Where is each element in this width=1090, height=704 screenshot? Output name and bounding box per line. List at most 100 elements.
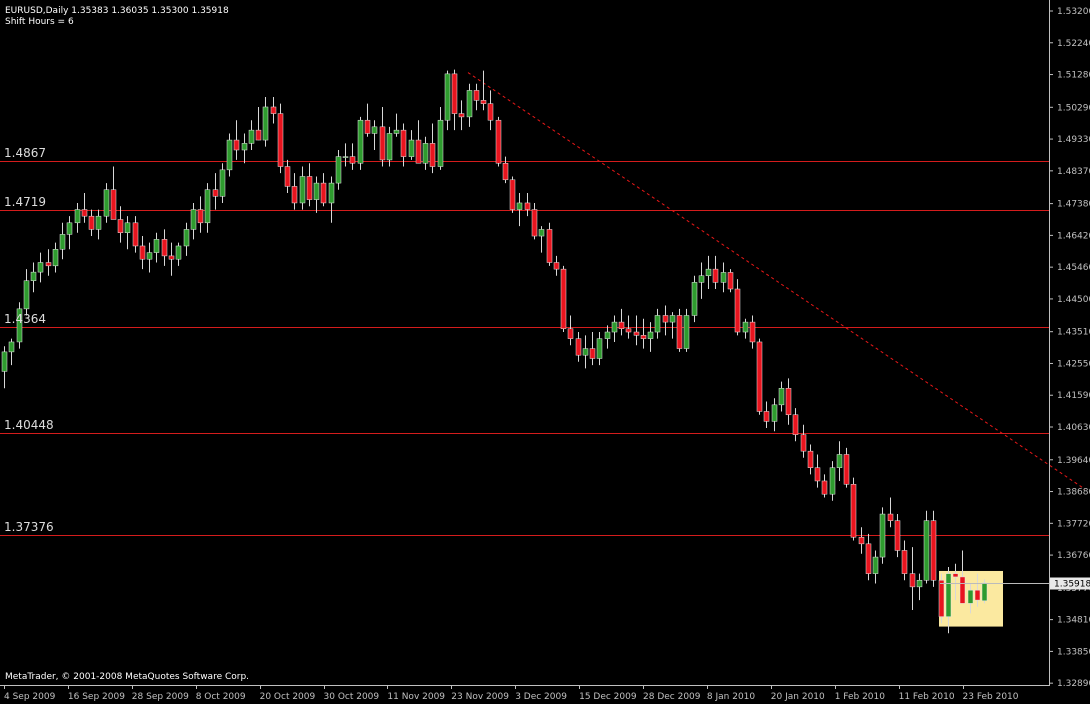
candle-body: [371, 126, 378, 134]
y-tick-label: 1.42550: [1057, 359, 1090, 369]
candle-body: [466, 90, 473, 118]
candle-body: [865, 543, 872, 574]
candle: [691, 275, 698, 323]
candle-body: [742, 321, 749, 333]
candle-body: [103, 189, 110, 217]
candle: [879, 507, 886, 564]
candle-body: [183, 229, 190, 247]
level-label: 1.4719: [4, 194, 46, 209]
candle-body: [894, 520, 901, 551]
candle-body: [146, 252, 153, 260]
candle: [676, 308, 683, 352]
candle-body: [967, 589, 974, 604]
price-chart[interactable]: 1.53200 1.52240 1.51280 1.50290 1.49330 1.483…: [0, 0, 1090, 704]
candle-body: [734, 288, 741, 333]
candle-body: [255, 129, 262, 141]
candle-body: [400, 129, 407, 157]
candle-body: [546, 229, 553, 263]
candle: [560, 265, 567, 333]
chart-title: EURUSD,Daily 1.35383 1.36035 1.35300 1.3…: [5, 6, 229, 16]
candle-body: [161, 239, 168, 257]
candle: [981, 579, 988, 604]
candle: [938, 573, 945, 624]
candle-body: [727, 272, 734, 290]
candle-body: [611, 321, 618, 333]
candle-body: [952, 573, 959, 578]
candle-body: [749, 321, 756, 343]
candle-body: [800, 434, 807, 452]
candle-body: [495, 119, 502, 164]
level-label: 1.4364: [4, 311, 46, 326]
candle-body: [437, 119, 444, 167]
candle: [226, 133, 233, 177]
candle-body: [669, 315, 676, 323]
candle-body: [923, 520, 930, 581]
candle-body: [676, 315, 683, 349]
y-tick-label: 1.41590: [1057, 391, 1090, 401]
x-tick-label: 8 Jan 2010: [707, 692, 755, 702]
x-tick-label: 30 Oct 2009: [324, 692, 380, 702]
candle-body: [640, 335, 647, 339]
x-tick-label: 20 Jan 2010: [771, 692, 825, 702]
candle: [923, 510, 930, 584]
candle-body: [879, 513, 886, 558]
candle-body: [342, 156, 349, 158]
candle-body: [386, 133, 393, 161]
y-tick-label: 1.47380: [1057, 200, 1090, 210]
candle-body: [262, 106, 269, 141]
copyright-text: MetaTrader, © 2001-2008 MetaQuotes Softw…: [5, 672, 250, 682]
y-tick-label: 1.37720: [1057, 519, 1090, 529]
candle-body: [233, 139, 240, 151]
candle-body: [320, 182, 327, 204]
y-tick-label: 1.44500: [1057, 295, 1090, 305]
candle-body: [74, 209, 81, 224]
candle-body: [502, 162, 509, 181]
candle-body: [379, 126, 386, 161]
candle-body: [219, 169, 226, 197]
candle-body: [858, 536, 865, 545]
candle-body: [132, 222, 139, 247]
y-tick-label: 1.33850: [1057, 647, 1090, 657]
x-tick-label: 20 Oct 2009: [260, 692, 316, 702]
candle-body: [364, 119, 371, 134]
y-tick-label: 1.32890: [1057, 679, 1090, 689]
candle-body: [829, 467, 836, 495]
candle-body: [66, 222, 73, 235]
candle-body: [429, 143, 436, 167]
candle-body: [814, 467, 821, 482]
candle-body: [175, 245, 182, 260]
candle-body: [168, 255, 175, 260]
candle-body: [930, 520, 937, 581]
candle-body: [872, 556, 879, 574]
candle-body: [720, 272, 727, 283]
candle-body: [843, 454, 850, 485]
candle-body: [647, 331, 654, 339]
candle-body: [705, 268, 712, 277]
candle: [546, 222, 553, 266]
candle-body: [81, 209, 88, 217]
y-tick-label: 1.50290: [1057, 103, 1090, 113]
candle-body: [415, 139, 422, 164]
candle-body: [422, 143, 429, 164]
candle-body: [531, 209, 538, 237]
candle-body: [582, 348, 589, 356]
x-tick-label: 23 Nov 2009: [451, 692, 509, 702]
candle-body: [901, 550, 908, 574]
candle-body: [560, 268, 567, 329]
candle-body: [197, 209, 204, 224]
candle-body: [778, 388, 785, 406]
candle-body: [538, 229, 545, 237]
candle: [509, 176, 516, 213]
x-tick-label: 11 Nov 2009: [387, 692, 445, 702]
y-tick-label: 1.45460: [1057, 263, 1090, 273]
candle-body: [792, 414, 799, 435]
candle-body: [328, 182, 335, 204]
x-tick-label: 23 Feb 2010: [963, 692, 1019, 702]
y-tick-label: 1.40630: [1057, 423, 1090, 433]
chart-subtitle: Shift Hours = 6: [5, 17, 74, 27]
candle: [850, 477, 857, 541]
candle-body: [8, 341, 15, 353]
candle-body: [458, 113, 465, 118]
candle-body: [124, 222, 131, 233]
candle-body: [916, 579, 923, 588]
